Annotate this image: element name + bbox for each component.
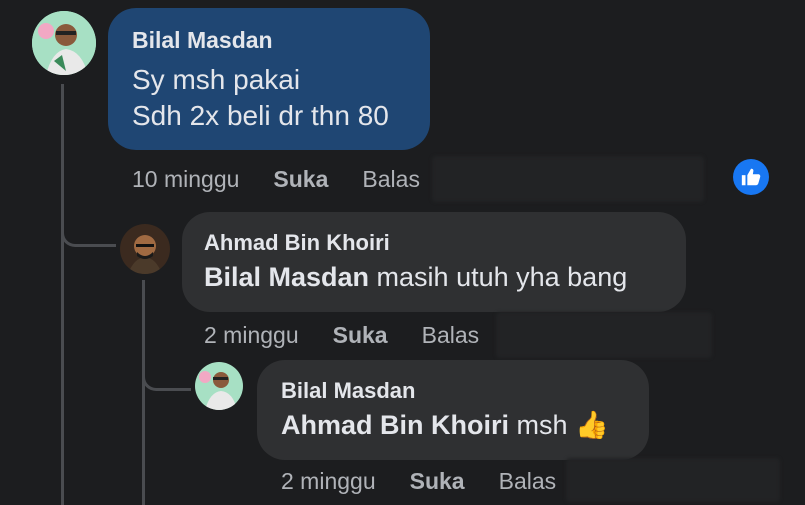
thread-line-reply [142,280,145,505]
thread-connector [61,200,116,247]
comment-bubble: Bilal Masdan Ahmad Bin Khoiri msh 👍 [257,360,649,460]
avatar[interactable] [120,224,170,274]
comment-time[interactable]: 2 minggu [281,468,376,495]
redacted-region [432,156,704,202]
comment-actions: 10 minggu Suka Balas [132,166,420,193]
comment-bubble: Bilal Masdan Sy msh pakai Sdh 2x beli dr… [108,8,430,150]
mention-link[interactable]: Ahmad Bin Khoiri [281,410,509,440]
reply-button[interactable]: Balas [422,322,480,349]
comment-text: Ahmad Bin Khoiri msh 👍 [281,410,609,440]
thread-connector [142,350,191,391]
redacted-region [566,458,780,502]
comment-text: Bilal Masdan masih utuh yha bang [204,262,628,292]
thread-line-main [61,84,64,505]
like-button[interactable]: Suka [273,166,328,193]
comment-text: Sdh 2x beli dr thn 80 [132,100,389,132]
comment-actions: 2 minggu Suka Balas [204,322,479,349]
comment-author[interactable]: Ahmad Bin Khoiri [204,232,664,254]
comment-author[interactable]: Bilal Masdan [281,380,625,402]
avatar[interactable] [32,11,96,75]
comment-actions: 2 minggu Suka Balas [281,468,556,495]
mention-link[interactable]: Bilal Masdan [204,262,369,292]
like-icon[interactable] [733,159,769,195]
comment-time[interactable]: 2 minggu [204,322,299,349]
comment-bubble: Ahmad Bin Khoiri Bilal Masdan masih utuh… [182,212,686,312]
redacted-region [496,312,712,358]
reply-button[interactable]: Balas [362,166,420,193]
comment-time[interactable]: 10 minggu [132,166,239,193]
like-button[interactable]: Suka [410,468,465,495]
comment-text: Sy msh pakai [132,64,301,95]
reply-button[interactable]: Balas [499,468,557,495]
thumbs-up-icon: 👍 [575,410,609,440]
avatar[interactable] [195,362,243,410]
comment-author[interactable]: Bilal Masdan [132,29,406,52]
like-button[interactable]: Suka [333,322,388,349]
